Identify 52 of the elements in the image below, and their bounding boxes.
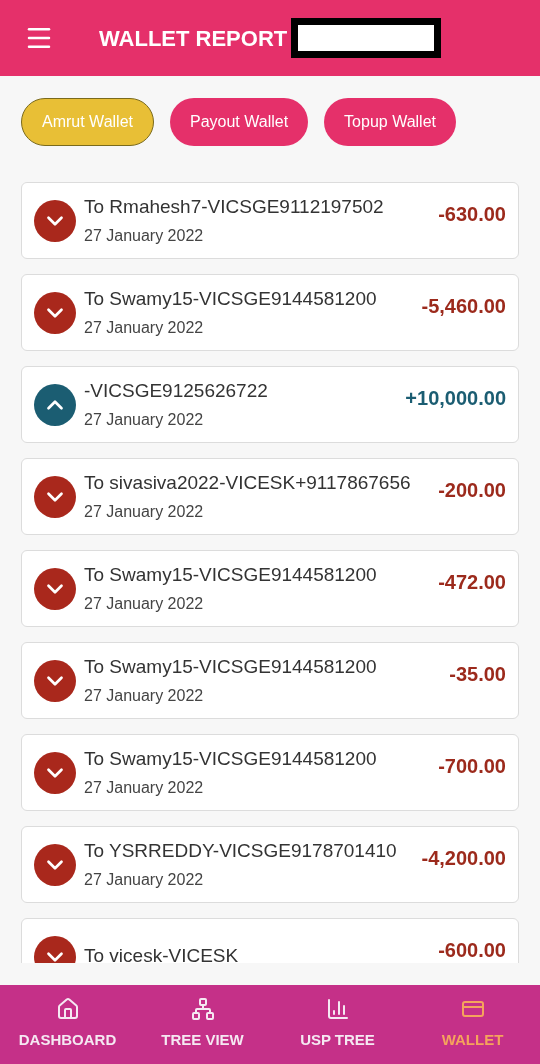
chevron-down-icon (34, 567, 76, 610)
chevron-up-icon (34, 383, 76, 426)
transaction-amount: -5,460.00 (421, 294, 506, 319)
transaction-amount: -4,200.00 (421, 846, 506, 871)
transaction-amount: -200.00 (438, 478, 506, 503)
transaction-card[interactable]: To Swamy15-VICSGE9144581200 27 January 2022 -472.00 (21, 550, 519, 627)
transaction-date: 27 January 2022 (84, 318, 205, 339)
transaction-description: To Swamy15-VICSGE9144581200 (84, 286, 378, 311)
wallet-tab[interactable]: Topup Wallet (324, 98, 456, 146)
transaction-date: 27 January 2022 (84, 778, 205, 799)
page-title: WALLET REPORT (99, 24, 288, 53)
transaction-description: To Swamy15-VICSGE9144581200 (84, 654, 378, 679)
chevron-down-icon (34, 291, 76, 334)
tree-icon (190, 997, 215, 1022)
transaction-card[interactable]: To YSRREDDY-VICSGE9178701410 27 January 2022 -4,200.00 (21, 826, 519, 903)
wallet-tab[interactable]: Payout Wallet (170, 98, 309, 146)
transaction-date: 27 January 2022 (84, 594, 205, 615)
chevron-down-icon (34, 659, 76, 702)
chevron-down-icon (34, 475, 76, 518)
transaction-amount: -630.00 (438, 202, 506, 227)
bar-chart-icon (325, 997, 350, 1022)
transaction-card[interactable]: To sivasiva2022-VICESK+9117867656 27 January 2022 -200.00 (21, 458, 519, 535)
transaction-description: To Swamy15-VICSGE9144581200 (84, 562, 378, 587)
chevron-down-icon (34, 751, 76, 794)
transaction-card[interactable]: To Swamy15-VICSGE9144581200 27 January 2022 -700.00 (21, 734, 519, 811)
transaction-description: To Rmahesh7-VICSGE9112197502 (84, 194, 385, 219)
transaction-amount: +10,000.00 (405, 386, 506, 411)
transaction-date: 27 January 2022 (84, 686, 205, 707)
transaction-description: -VICSGE9125626722 (84, 378, 269, 403)
transaction-amount: -600.00 (438, 938, 506, 963)
nav-tab[interactable]: USP TREE (270, 985, 405, 1064)
nav-tab[interactable]: TREE VIEW (135, 985, 270, 1064)
transaction-description: To vicesk-VICESK (84, 944, 240, 963)
transaction-date: 27 January 2022 (84, 226, 205, 247)
chevron-down-icon (34, 843, 76, 886)
transaction-amount: -35.00 (449, 662, 506, 687)
chevron-down-icon (34, 199, 76, 242)
transaction-amount: -700.00 (438, 754, 506, 779)
nav-tab[interactable]: DASHBOARD (0, 985, 135, 1064)
transaction-date: 27 January 2022 (84, 410, 205, 431)
transaction-card[interactable]: -VICSGE9125626722 27 January 2022 +10,000.00 (21, 366, 519, 443)
home-icon (55, 997, 80, 1022)
transaction-date: 27 January 2022 (84, 870, 205, 891)
transaction-card[interactable]: To Swamy15-VICSGE9144581200 27 January 2022 -5,460.00 (21, 274, 519, 351)
transaction-card[interactable]: To vicesk-VICESK -600.00 (21, 918, 519, 963)
transaction-amount: -472.00 (438, 570, 506, 595)
transaction-date: 27 January 2022 (84, 502, 205, 523)
transaction-description: To YSRREDDY-VICSGE9178701410 (84, 838, 398, 863)
transaction-card[interactable]: To Swamy15-VICSGE9144581200 27 January 2022 -35.00 (21, 642, 519, 719)
transaction-description: To sivasiva2022-VICESK+9117867656 (84, 470, 412, 495)
transaction-description: To Swamy15-VICSGE9144581200 (84, 746, 378, 771)
transaction-card[interactable]: To Rmahesh7-VICSGE9112197502 27 January 2022 -630.00 (21, 182, 519, 259)
